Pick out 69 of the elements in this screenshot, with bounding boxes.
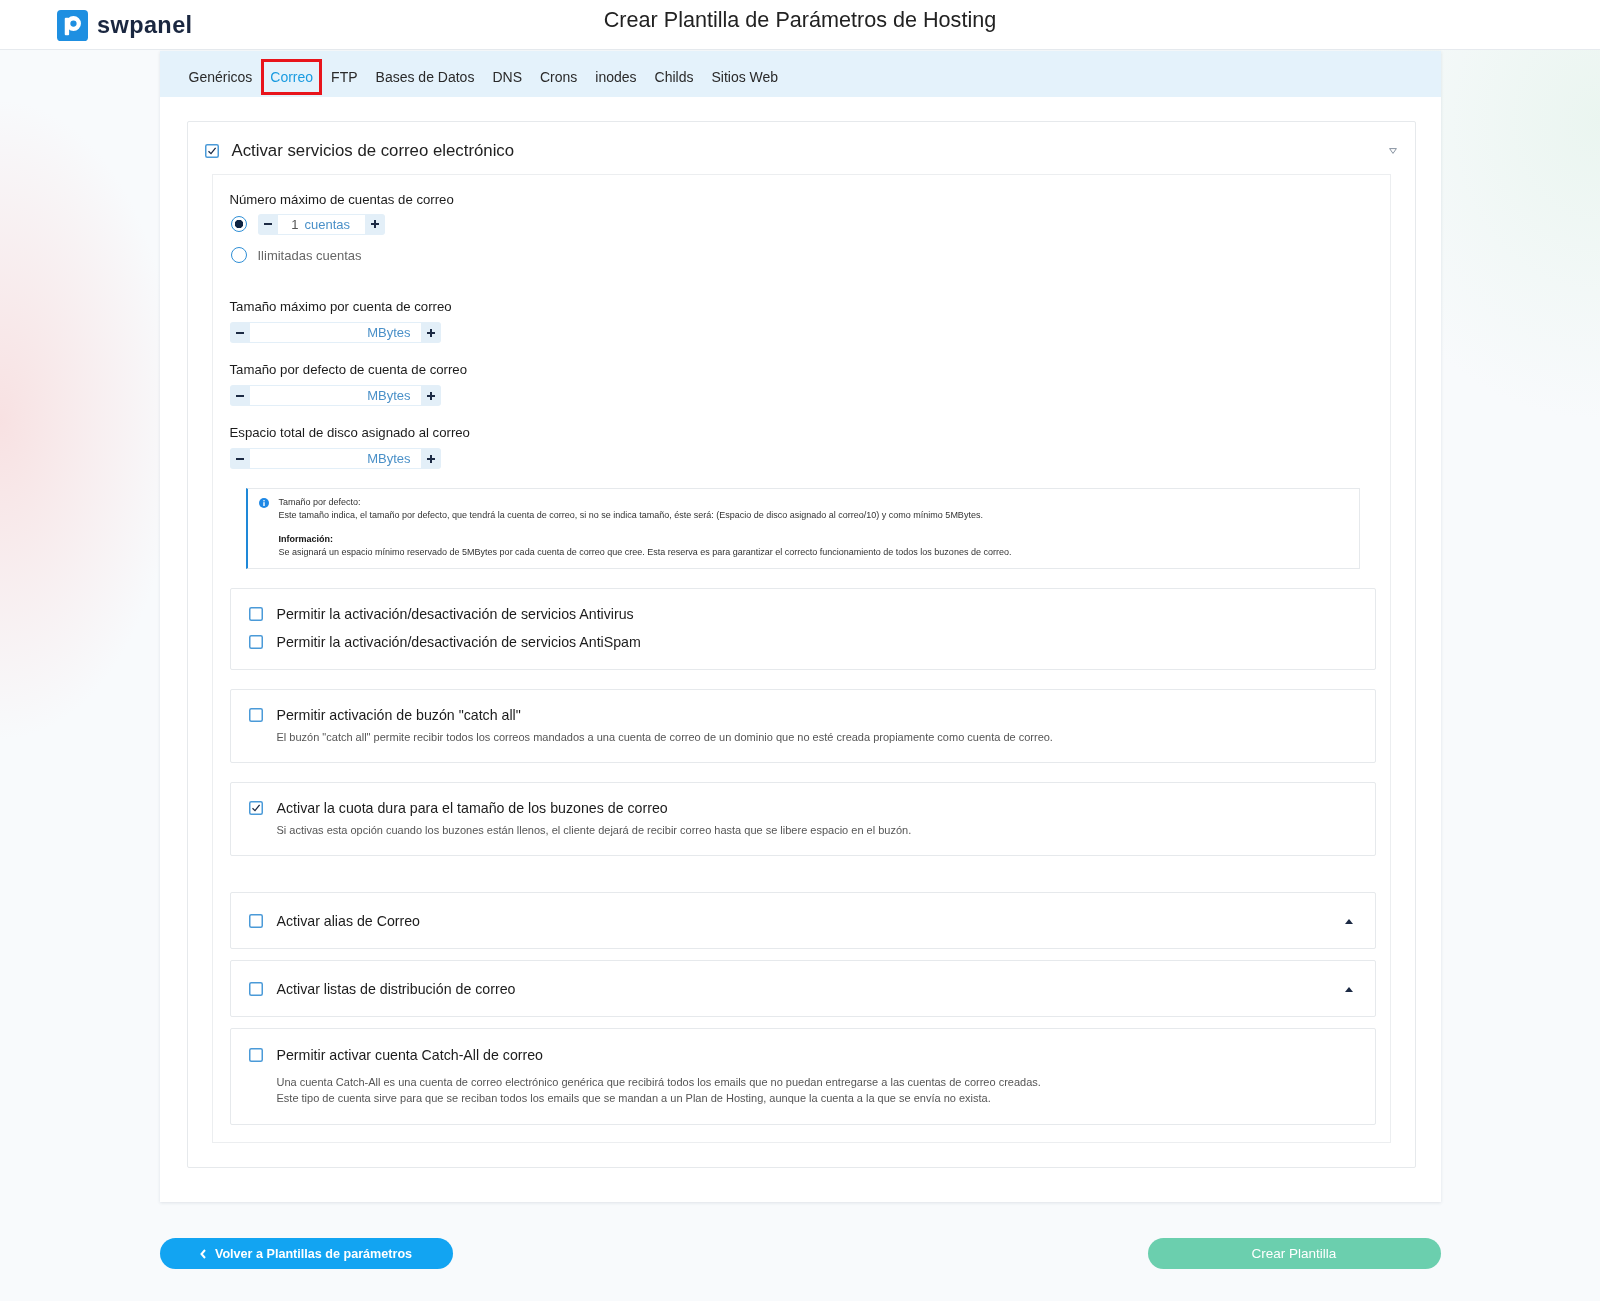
checkbox[interactable] — [248, 982, 263, 996]
decrement-button[interactable] — [229, 448, 250, 469]
unit-label: MBytes — [367, 448, 421, 469]
increment-button[interactable] — [364, 213, 385, 235]
tab[interactable]: Bases de Datos — [366, 58, 484, 95]
tab[interactable]: Genéricos — [179, 58, 262, 95]
checkbox[interactable] — [248, 607, 263, 621]
field-label: Tamaño máximo por cuenta de correo — [229, 299, 452, 315]
checkbox[interactable] — [204, 143, 219, 158]
field-label: Tamaño por defecto de cuenta de correo — [229, 362, 468, 378]
checkbox[interactable] — [248, 801, 263, 815]
unit-label: cuentas — [303, 213, 365, 235]
decrement-button[interactable] — [229, 385, 250, 406]
number-field[interactable] — [249, 448, 368, 469]
radio-button[interactable] — [230, 216, 247, 232]
info-title: Tamaño por defecto: — [278, 496, 361, 509]
caret-up-icon[interactable] — [1344, 918, 1353, 924]
option-label: Activar la cuota dura para el tamaño de los buzones de correo — [276, 800, 668, 816]
back-button-label: Volver a Plantillas de parámetros — [214, 1246, 413, 1261]
logo-text: swpanel — [97, 12, 193, 39]
checkbox[interactable] — [248, 708, 263, 722]
checkbox[interactable] — [248, 1048, 263, 1062]
option-label: Permitir la activación/desactivación de servicios AntiSpam — [276, 634, 641, 650]
info-text: Este tamaño indica, el tamaño por defecto, que tendrá la cuenta de correo, si no se indica tamaño, éste será: (Espacio de disco asignado al correo/10) y como mínimo 5MBytes. — [278, 509, 983, 522]
radio-label: Ilimitadas cuentas — [257, 247, 362, 263]
option-description: Este tipo de cuenta sirve para que se reciban todos los emails que se mandan a un Plan de Hosting, aunque la cuenta a la que se envía no exista. — [276, 1091, 991, 1106]
option-label: Activar alias de Correo — [276, 913, 420, 929]
caret-down-icon[interactable] — [1388, 147, 1397, 154]
increment-button[interactable] — [420, 448, 441, 469]
page-title: Crear Plantilla de Parámetros de Hosting — [603, 6, 997, 33]
number-field[interactable] — [249, 322, 368, 343]
option-label: Permitir la activación/desactivación de servicios Antivirus — [276, 606, 634, 622]
increment-button[interactable] — [420, 385, 441, 406]
field-label: Espacio total de disco asignado al correo — [229, 425, 470, 441]
minus-icon — [263, 220, 272, 228]
tab[interactable]: DNS — [483, 58, 531, 95]
plus-icon — [426, 328, 435, 337]
tab[interactable]: Sitios Web — [702, 58, 788, 95]
unit-label: MBytes — [367, 385, 421, 406]
unit-label: MBytes — [367, 322, 421, 343]
number-field[interactable]: 1 — [277, 213, 304, 235]
tab[interactable]: Crons — [530, 58, 587, 95]
info-title: Información: — [278, 533, 333, 546]
plus-icon — [426, 454, 435, 463]
plus-icon — [426, 391, 435, 400]
tab[interactable]: inodes — [586, 58, 646, 95]
info-icon — [258, 498, 269, 508]
section-label: Activar servicios de correo electrónico — [231, 140, 515, 161]
tab[interactable]: FTP — [322, 58, 367, 95]
field-label: Número máximo de cuentas de correo — [229, 192, 454, 208]
increment-button[interactable] — [420, 322, 441, 343]
tab[interactable]: Childs — [645, 58, 703, 95]
checkbox[interactable] — [248, 635, 263, 649]
caret-up-icon[interactable] — [1344, 986, 1353, 992]
chevron-left-icon — [199, 1248, 206, 1259]
checkbox[interactable] — [248, 914, 263, 928]
option-label: Permitir activación de buzón "catch all" — [276, 707, 521, 723]
radio-button[interactable] — [230, 247, 247, 263]
plus-icon — [370, 220, 379, 228]
option-label: Permitir activar cuenta Catch-All de correo — [276, 1047, 543, 1063]
number-field[interactable] — [249, 385, 368, 406]
option-description: Una cuenta Catch-All es una cuenta de correo electrónico genérica que recibirá todos los emails que no puedan entregarse a las cuentas de correo creadas. — [276, 1075, 1041, 1090]
info-text: Se asignará un espacio mínimo reservado de 5MBytes por cada cuenta de correo que cree. Esta reserva es para garantizar el correcto funcionamiento de todos los buzones de correo. — [278, 546, 1012, 559]
option-label: Activar listas de distribución de correo — [276, 981, 516, 997]
decrement-button[interactable] — [229, 322, 250, 343]
decrement-button[interactable] — [257, 213, 278, 235]
logo-icon — [57, 10, 88, 41]
option-description: Si activas esta opción cuando los buzones están llenos, el cliente dejará de recibir correo hasta que se libere espacio en el buzón. — [276, 823, 912, 838]
option-description: El buzón "catch all" permite recibir todos los correos mandados a una cuenta de correo de un dominio que no esté creada propiamente como cuenta de correo. — [276, 730, 1053, 745]
